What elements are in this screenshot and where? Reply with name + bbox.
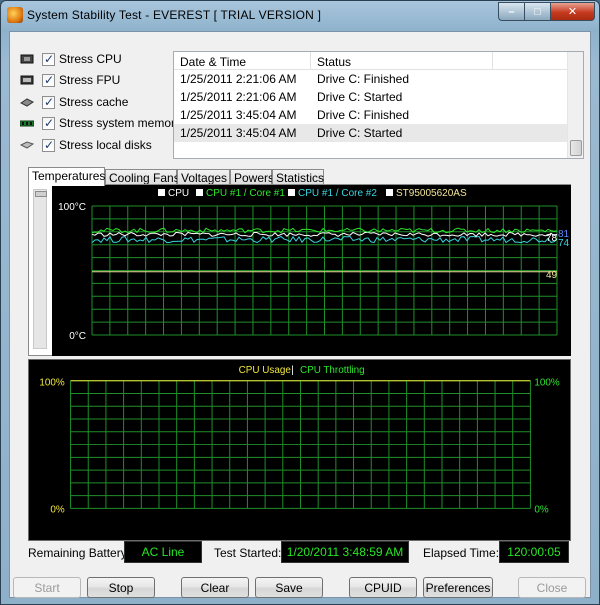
- log-time: 1/25/2011 3:45:04 AM: [180, 108, 297, 122]
- log-scroll-thumb[interactable]: [570, 140, 582, 156]
- tab-voltages[interactable]: Voltages: [177, 169, 230, 185]
- stress-fpu-option[interactable]: Stress FPU: [20, 70, 120, 90]
- stress-disks-option[interactable]: Stress local disks: [20, 135, 152, 155]
- legend-checkbox-core2[interactable]: [288, 189, 295, 196]
- legend-cpu-usage: CPU Usage: [239, 365, 292, 376]
- log-row-selected[interactable]: 1/25/2011 3:45:04 AM Drive C: Started: [174, 124, 569, 142]
- temperature-grid: [91, 205, 558, 336]
- legend-cpu-throttling: CPU Throttling: [300, 365, 365, 376]
- tab-cooling-fans[interactable]: Cooling Fans: [105, 169, 180, 185]
- stop-button[interactable]: Stop: [87, 577, 155, 598]
- legend-label-cpu: CPU: [168, 188, 189, 199]
- end-label-disk: 49: [546, 270, 558, 281]
- cpu-usage-graph: CPU Usage | CPU Throttling 100% 0% 100% …: [28, 359, 571, 541]
- temperature-graph: CPU CPU #1 / Core #1 CPU #1 / Core #2 ST…: [52, 185, 571, 356]
- legend-label-disk: ST95005620AS: [396, 188, 467, 199]
- legend-separator: |: [291, 365, 294, 376]
- stress-cache-checkbox[interactable]: [42, 95, 55, 109]
- save-button[interactable]: Save: [255, 577, 323, 598]
- fpu-chip-icon: [20, 75, 34, 85]
- legend-checkbox-disk[interactable]: [386, 189, 393, 196]
- log-row[interactable]: 1/25/2011 2:21:06 AM Drive C: Started: [174, 88, 569, 106]
- everest-app-icon: [7, 7, 23, 23]
- stress-memory-option[interactable]: Stress system memory: [20, 113, 181, 133]
- temperature-panel: CPU CPU #1 / Core #1 CPU #1 / Core #2 ST…: [28, 184, 571, 356]
- log-status: Drive C: Started: [317, 90, 403, 104]
- stress-disks-checkbox[interactable]: [42, 138, 55, 152]
- stress-cache-label: Stress cache: [59, 95, 129, 109]
- clear-button[interactable]: Clear: [181, 577, 249, 598]
- log-status: Drive C: Started: [317, 126, 403, 140]
- log-time: 1/25/2011 2:21:06 AM: [180, 90, 297, 104]
- cpu-usage-grid: [70, 380, 531, 509]
- end-label-cpu: 78: [546, 233, 558, 244]
- tab-temperatures[interactable]: Temperatures: [28, 167, 105, 186]
- cpu-axis-right-bottom: 0%: [534, 504, 548, 515]
- log-row[interactable]: 1/25/2011 2:21:06 AM Drive C: Finished: [174, 70, 569, 88]
- stress-fpu-label: Stress FPU: [59, 73, 121, 87]
- preferences-button[interactable]: Preferences: [423, 577, 493, 598]
- cpuid-button[interactable]: CPUID: [349, 577, 417, 598]
- window-close-button[interactable]: ✕: [550, 2, 595, 21]
- log-status: Drive C: Finished: [317, 72, 410, 86]
- tab-statistics[interactable]: Statistics: [272, 169, 324, 185]
- window-title: System Stability Test - EVEREST [ TRIAL …: [27, 8, 322, 22]
- hard-disk-icon: [20, 141, 34, 149]
- log-time: 1/25/2011 2:21:06 AM: [180, 72, 297, 86]
- memory-module-icon: [20, 120, 34, 127]
- cpu-axis-left-bottom: 0%: [50, 504, 64, 515]
- stress-fpu-checkbox[interactable]: [42, 73, 55, 87]
- stress-memory-label: Stress system memory: [59, 116, 182, 130]
- log-status: Drive C: Finished: [317, 108, 410, 122]
- stress-disks-label: Stress local disks: [59, 138, 152, 152]
- column-divider[interactable]: [310, 52, 311, 70]
- temperature-scroll-track[interactable]: [33, 189, 47, 349]
- elapsed-time-value: 120:00:05: [499, 541, 569, 563]
- cpu-chip-icon: [20, 54, 34, 64]
- column-header-date-time[interactable]: Date & Time: [180, 55, 246, 69]
- stress-memory-checkbox[interactable]: [42, 116, 55, 130]
- close-button[interactable]: Close: [518, 577, 586, 598]
- test-started-value: 1/20/2011 3:48:59 AM: [281, 541, 409, 563]
- tab-powers[interactable]: Powers: [230, 169, 274, 185]
- stress-cache-option[interactable]: Stress cache: [20, 92, 128, 112]
- temperature-scroll-thumb[interactable]: [35, 191, 47, 197]
- maximize-button[interactable]: □: [524, 2, 551, 21]
- legend-label-core1: CPU #1 / Core #1: [206, 188, 285, 199]
- cache-icon: [20, 98, 34, 107]
- legend-checkbox-cpu[interactable]: [158, 189, 165, 196]
- client-area: Stress CPU Stress FPU Stress cache Stres…: [9, 31, 591, 598]
- temperature-axis-bottom-label: 0°C: [69, 331, 86, 342]
- legend-label-core2: CPU #1 / Core #2: [298, 188, 377, 199]
- start-button[interactable]: Start: [13, 577, 81, 598]
- log-row[interactable]: 1/25/2011 3:45:04 AM Drive C: Finished: [174, 106, 569, 124]
- cpu-axis-right-top: 100%: [534, 378, 559, 389]
- legend-checkbox-core1[interactable]: [196, 189, 203, 196]
- log-scrollbar[interactable]: [567, 52, 583, 158]
- stress-cpu-label: Stress CPU: [59, 52, 122, 66]
- elapsed-time-label: Elapsed Time:: [423, 546, 500, 560]
- cpu-axis-left-top: 100%: [39, 378, 64, 389]
- log-time: 1/25/2011 3:45:04 AM: [180, 126, 297, 140]
- temperature-legend: CPU CPU #1 / Core #1 CPU #1 / Core #2 ST…: [158, 188, 467, 199]
- column-header-status[interactable]: Status: [317, 55, 351, 69]
- test-started-label: Test Started:: [214, 546, 282, 560]
- temperature-axis-top-label: 100°C: [58, 202, 86, 213]
- minimize-button[interactable]: –: [498, 2, 525, 21]
- remaining-battery-label: Remaining Battery:: [28, 546, 131, 560]
- log-header: Date & Time Status: [174, 52, 583, 70]
- title-bar[interactable]: System Stability Test - EVEREST [ TRIAL …: [1, 1, 599, 29]
- stress-cpu-option[interactable]: Stress CPU: [20, 49, 122, 69]
- column-divider[interactable]: [492, 52, 493, 70]
- remaining-battery-value: AC Line: [124, 541, 202, 563]
- status-log-list[interactable]: Date & Time Status 1/25/2011 2:21:06 AM …: [173, 51, 584, 159]
- stress-cpu-checkbox[interactable]: [42, 52, 55, 66]
- app-window: System Stability Test - EVEREST [ TRIAL …: [0, 0, 600, 605]
- end-label-core2: 74: [558, 238, 570, 249]
